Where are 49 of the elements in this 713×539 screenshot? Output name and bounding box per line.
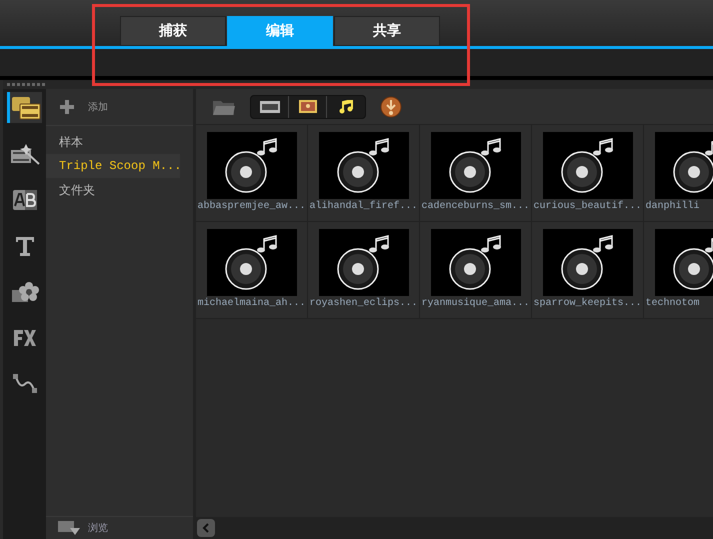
mode-tab[interactable]: 捕获	[120, 16, 226, 46]
media-folder-icon	[11, 94, 41, 120]
film-wand-icon	[10, 142, 40, 166]
flower-image-icon	[10, 280, 38, 304]
sidebar-tab[interactable]	[7, 92, 42, 123]
download-disc-icon[interactable]	[380, 96, 402, 118]
music-speaker-icon	[224, 234, 280, 290]
browse-button[interactable]: 浏览	[46, 516, 193, 539]
mode-tab[interactable]: 共享	[334, 16, 440, 46]
media-thumbnail-cell[interactable]: ryanmusique_ama...	[420, 222, 532, 319]
media-file-name: royashen_eclips...	[308, 298, 419, 310]
media-thumbnail-cell[interactable]: cadenceburns_sm...	[420, 125, 532, 222]
motion-path-icon	[12, 372, 38, 394]
film-icon	[260, 100, 280, 112]
music-speaker-icon	[560, 234, 616, 290]
fx-icon	[12, 328, 38, 348]
chevron-left-icon	[202, 523, 210, 533]
media-file-name: ryanmusique_ama...	[420, 298, 531, 310]
media-file-name: technotom	[644, 298, 701, 310]
media-file-name: alihandal_firef...	[308, 201, 419, 213]
media-file-name: danphilli	[644, 201, 701, 213]
music-speaker-icon	[448, 234, 504, 290]
media-thumbnail-cell[interactable]: curious_beautif...	[532, 125, 644, 222]
media-file-name: michaelmaina_ah...	[196, 298, 307, 310]
music-speaker-icon	[224, 138, 280, 194]
ab-icon	[12, 188, 38, 210]
music-speaker-icon	[448, 138, 504, 194]
library-item[interactable]: Triple Scoop M...	[46, 154, 180, 178]
media-thumbnail-cell[interactable]: alihandal_firef...	[308, 125, 420, 222]
media-file-name: curious_beautif...	[532, 201, 643, 213]
music-speaker-icon	[336, 138, 392, 194]
music-speaker-icon	[336, 234, 392, 290]
text-t-icon	[14, 234, 36, 256]
library-item[interactable]: 文件夹	[46, 178, 180, 202]
media-file-name: abbaspremjee_aw...	[196, 201, 307, 213]
library-item[interactable]: 样本	[46, 130, 180, 154]
media-file-name: cadenceburns_sm...	[420, 201, 531, 213]
add-button[interactable]: 添加	[46, 89, 193, 126]
music-speaker-icon	[560, 138, 616, 194]
media-thumbnail-cell[interactable]: sparrow_keepits...	[532, 222, 644, 319]
media-thumbnail-cell[interactable]: abbaspremjee_aw...	[196, 125, 308, 222]
picture-icon	[298, 100, 316, 113]
media-file-name: sparrow_keepits...	[532, 298, 643, 310]
plus-icon	[60, 100, 74, 114]
media-thumbnail-cell[interactable]: michaelmaina_ah...	[196, 222, 308, 319]
scroll-left-button[interactable]	[197, 519, 215, 537]
folder-down-icon	[58, 520, 80, 536]
music-note-icon	[339, 100, 353, 114]
media-thumbnail-cell[interactable]: royashen_eclips...	[308, 222, 420, 319]
